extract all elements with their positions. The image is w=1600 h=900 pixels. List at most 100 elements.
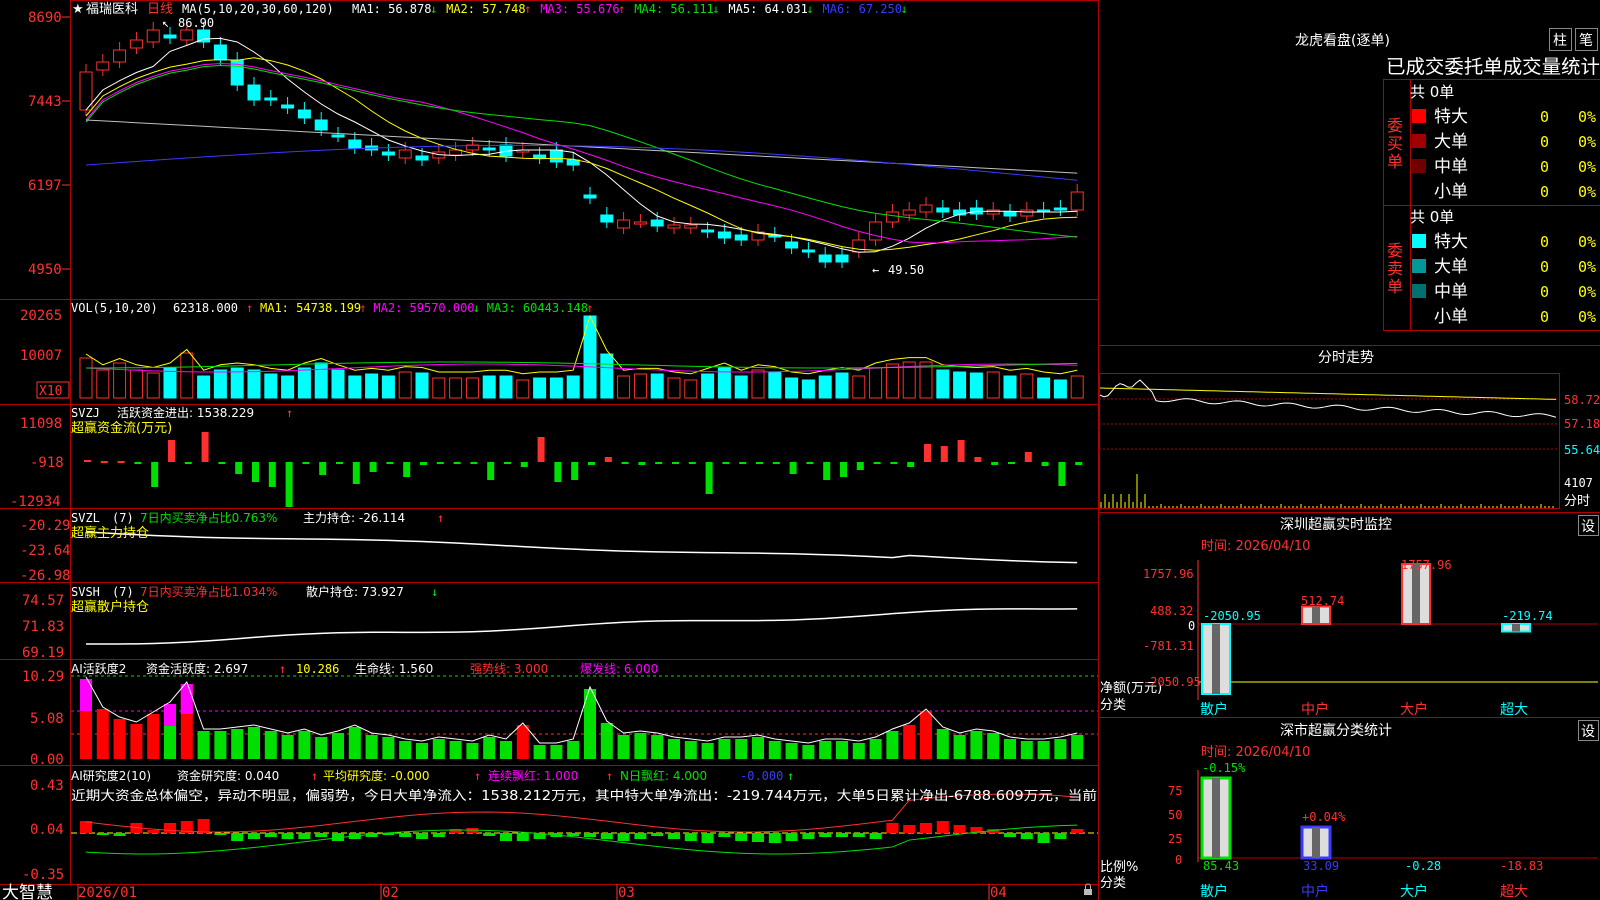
ai1-bar xyxy=(449,741,462,759)
svzj-bar xyxy=(571,462,579,480)
candle-body xyxy=(180,29,194,41)
volume-bar xyxy=(163,367,177,399)
low-mark: 49.50 xyxy=(888,263,924,277)
volume-bar xyxy=(230,367,244,399)
ai2-bar xyxy=(668,833,680,839)
ma-legend-arrow: ↓ xyxy=(430,2,437,16)
ai1-bar xyxy=(130,724,143,759)
period-label[interactable]: 日线 xyxy=(147,2,173,17)
volume-bar xyxy=(633,373,647,399)
ai2-bar xyxy=(432,833,445,837)
candle-body xyxy=(264,97,278,101)
svzj-bar xyxy=(436,462,444,464)
order-count: 0 xyxy=(1540,308,1549,326)
ai1-bar xyxy=(802,745,815,759)
stock-name[interactable]: 福瑞医科 xyxy=(86,2,138,17)
order-label: 中单 xyxy=(1434,282,1468,302)
volume-bar xyxy=(953,371,967,399)
monitor-cat: 大户 xyxy=(1400,701,1428,718)
classify-tick: 75 xyxy=(1168,784,1182,798)
candle-body xyxy=(381,151,395,156)
vol-tick: 10007 xyxy=(20,348,62,364)
candle-body xyxy=(852,239,866,253)
vol-arrow: ↑ xyxy=(246,301,253,315)
order-pct: 0% xyxy=(1578,158,1596,176)
monitor-value: -2050.95 xyxy=(1203,609,1261,623)
order-pct: 0% xyxy=(1578,133,1596,151)
stats-tab[interactable]: 已成交委托单成交量统计 xyxy=(1386,56,1600,78)
ai2-bar xyxy=(886,823,899,833)
svzj-bar xyxy=(403,462,411,477)
ai2-bar xyxy=(264,833,277,837)
svzj-bar xyxy=(907,462,915,467)
svzj-bar xyxy=(974,457,982,462)
svsh-ratio: 7日内买卖净占比1.034% xyxy=(140,584,277,599)
high-arrow: ↖ xyxy=(162,16,169,30)
lock-icon[interactable] xyxy=(1084,883,1092,895)
order-side-char: 单 xyxy=(1387,277,1403,296)
candle-body xyxy=(650,219,664,227)
candle-body xyxy=(986,209,1000,215)
date-ticks xyxy=(77,884,990,900)
ai1-bar xyxy=(432,739,445,759)
volume-bar xyxy=(936,369,950,399)
svzj-tick: 11098 xyxy=(20,416,62,432)
svsh-line xyxy=(85,608,1078,645)
order-swatch xyxy=(1412,159,1426,173)
volume-bar xyxy=(734,375,748,399)
svzj-bar xyxy=(1058,462,1066,486)
ai1-bar xyxy=(113,719,126,759)
date-label: 04 xyxy=(990,885,1007,900)
ma10-line xyxy=(85,57,1078,251)
vol-unit: X10 xyxy=(39,384,62,399)
ai2-bar xyxy=(96,833,109,835)
low-arrow: ← xyxy=(872,263,879,277)
svzj-bar xyxy=(352,462,360,484)
volume-bar xyxy=(768,371,782,399)
svzj-bar xyxy=(672,462,679,464)
ma-legend: MA1: 56.878↓ MA2: 57.748↑ MA3: 55.676↑ MA4:… xyxy=(352,2,908,16)
svzl-tick: -23.64 xyxy=(20,543,71,559)
ai2-bar xyxy=(567,833,580,836)
ma-legend-value: MA4: 56.111 xyxy=(634,2,713,16)
svzj-bar xyxy=(772,462,780,464)
vol-header: VOL(5,10,20) xyxy=(71,301,158,315)
svzj-bars[interactable] xyxy=(84,432,1083,507)
candle-body xyxy=(415,155,429,161)
volume-bar xyxy=(1053,379,1067,399)
app-logo[interactable]: 大智慧 xyxy=(2,883,53,900)
volume-bar xyxy=(751,369,765,399)
ma-params: MA(5,10,20,30,60,120) xyxy=(182,2,334,16)
ai1-tick: 10.29 xyxy=(22,669,64,685)
volume-bar xyxy=(1003,375,1017,399)
candle-body xyxy=(1003,211,1017,217)
order-swatch xyxy=(1412,259,1426,273)
ai1-bar xyxy=(785,743,798,759)
candlestick-series[interactable] xyxy=(79,22,1084,268)
ai2-bar xyxy=(298,833,311,839)
ai2-bar xyxy=(836,833,848,837)
ai2-bar xyxy=(231,833,244,841)
svzj-bar xyxy=(453,462,461,464)
svzl-param: (7) xyxy=(112,511,134,525)
volume-bars[interactable] xyxy=(79,314,1084,399)
svzj-bar xyxy=(168,440,175,462)
vol-ma-arrow: ↑ xyxy=(586,301,593,315)
order-count: 0 xyxy=(1540,258,1549,276)
candle-body xyxy=(247,84,261,101)
vol-tick: 20265 xyxy=(20,308,62,324)
chart-canvas[interactable]: ★ 福瑞医科 日线 MA(5,10,20,30,60,120) MA1: 56.… xyxy=(0,0,1600,900)
volume-bar xyxy=(281,375,295,399)
ai2-bar xyxy=(684,833,697,841)
candle-body xyxy=(583,194,597,199)
classify-cat: 中户 xyxy=(1301,883,1329,900)
ai-activity-bars[interactable] xyxy=(71,675,1098,759)
monitor-bar-shade xyxy=(1512,624,1520,632)
ai1-d: 强势线: 3.000 xyxy=(470,662,548,676)
ai2-bar xyxy=(852,833,865,837)
ai1-bar xyxy=(886,731,899,759)
volume-bar xyxy=(398,371,412,399)
ai2-bar xyxy=(600,833,613,839)
svsh-tick: 69.19 xyxy=(22,645,64,661)
volume-bar xyxy=(96,369,110,399)
